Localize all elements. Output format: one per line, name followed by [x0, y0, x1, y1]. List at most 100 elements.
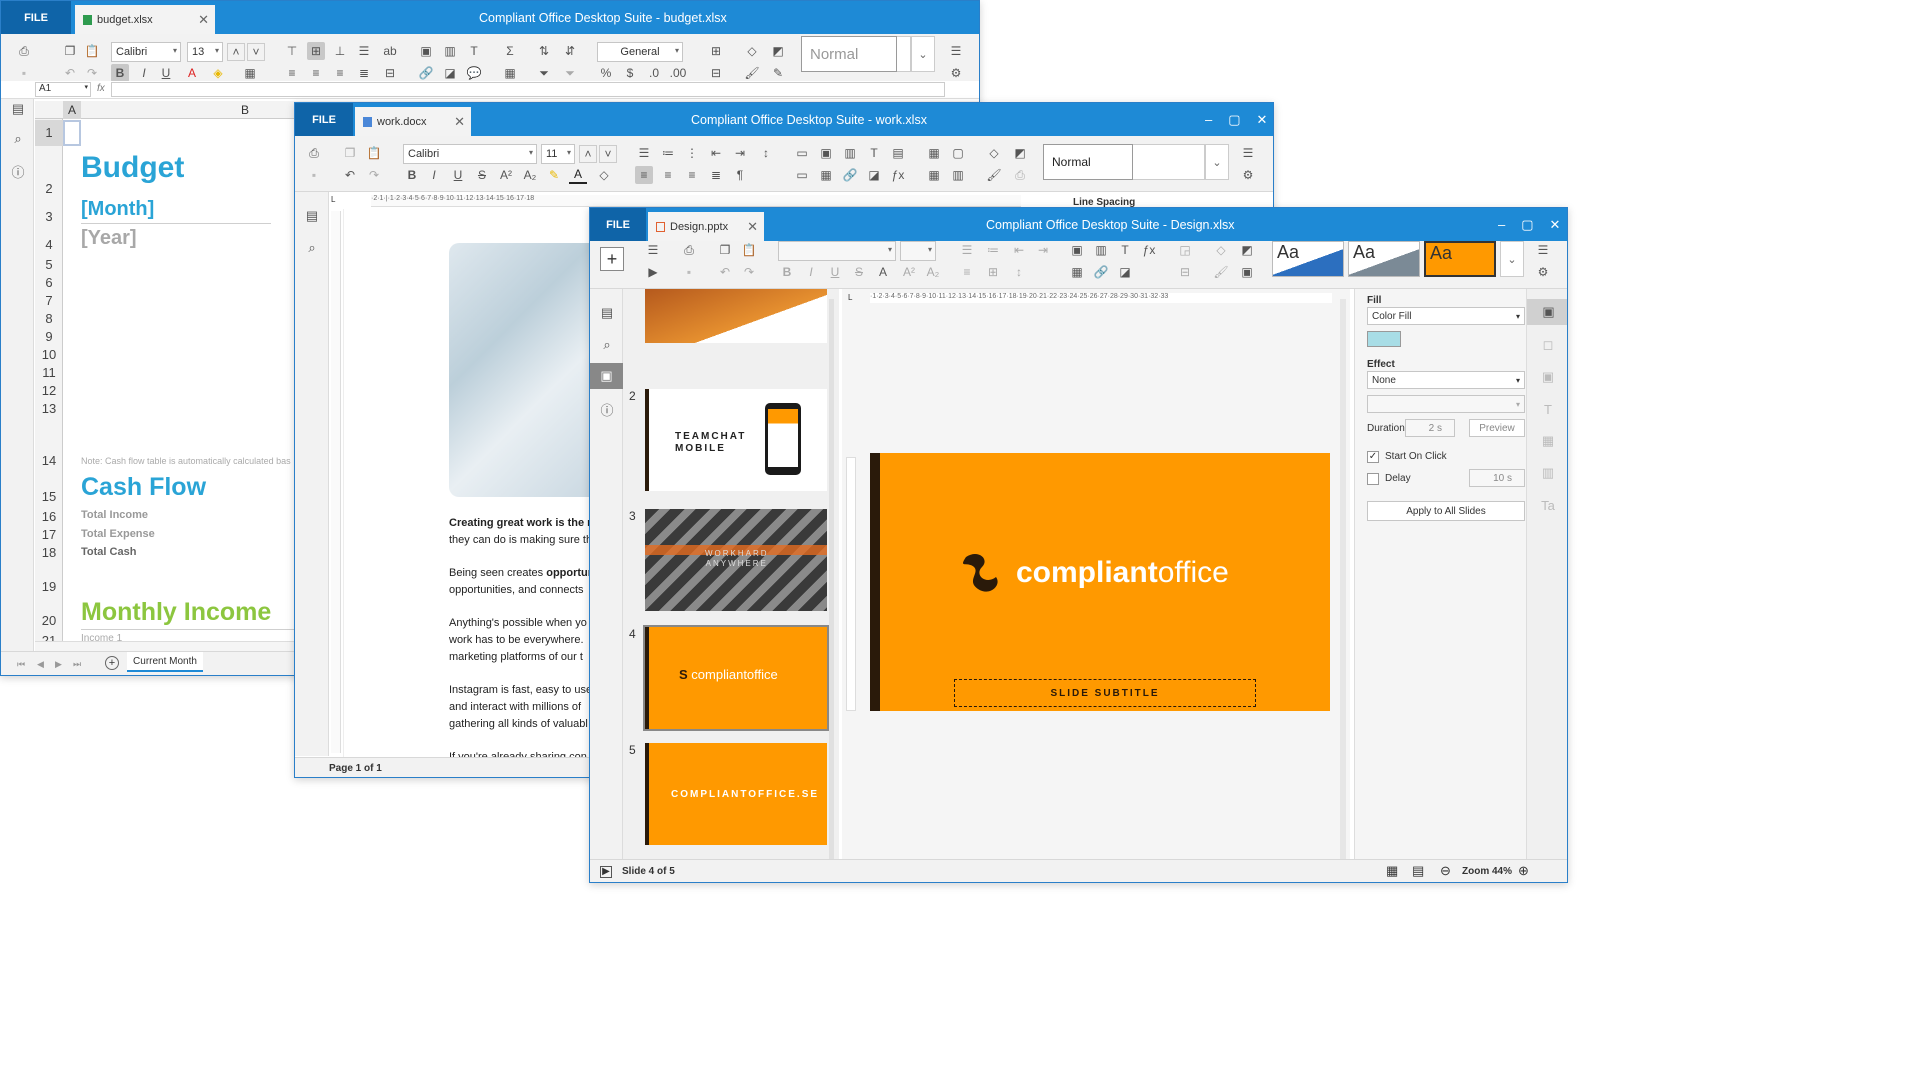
redo-icon[interactable]: ↷	[740, 263, 758, 281]
edit-icon[interactable]: ✎	[769, 64, 787, 82]
underline-icon[interactable]: U	[449, 166, 467, 184]
start-on-click-checkbox[interactable]: ✓	[1367, 451, 1379, 463]
margins-icon[interactable]: ▢	[949, 144, 967, 162]
horizontal-ruler[interactable]: ·1·2·3·4·5·6·7·8·9·10·11·12·13·14·15·16·…	[870, 293, 1332, 303]
bold-icon[interactable]: B	[403, 166, 421, 184]
bullets-icon[interactable]: ☰	[635, 144, 653, 162]
decimal-decrease-icon[interactable]: .0	[645, 64, 663, 82]
slide-thumb-2[interactable]: TEAMCHAT MOBILE	[645, 389, 827, 491]
maximize-icon[interactable]: ▢	[1228, 112, 1240, 128]
next-sheet-icon[interactable]: ▶	[55, 659, 62, 670]
chart-icon[interactable]: ▥	[841, 144, 859, 162]
zoom-out-icon[interactable]: ⊖	[1440, 863, 1451, 879]
table-settings-icon[interactable]: ▦	[1538, 431, 1558, 451]
indent-icon[interactable]: ⇥	[731, 144, 749, 162]
style-dropdown[interactable]: ⌄	[1205, 144, 1229, 180]
file-button[interactable]: FILE	[590, 208, 646, 241]
view-icon[interactable]: ☰	[947, 42, 965, 60]
number-format-select[interactable]: General ▾	[597, 42, 683, 62]
align-center-icon[interactable]: ≡	[307, 64, 325, 82]
theme-thumb-1[interactable]: Aa	[1272, 241, 1344, 277]
horizontal-scrollbar[interactable]	[35, 641, 295, 651]
textbox-icon[interactable]: T	[1116, 241, 1134, 259]
canvas-scrollbar[interactable]	[1340, 299, 1346, 859]
bullets-icon[interactable]: ☰	[958, 241, 976, 259]
wrap-text-icon[interactable]: ☰	[355, 42, 373, 60]
image-icon[interactable]: ▣	[817, 144, 835, 162]
row-header-7[interactable]: 7	[35, 293, 63, 308]
row-header-3[interactable]: 3	[35, 209, 63, 224]
grow-font-icon[interactable]: ˄	[579, 145, 597, 163]
row-header-4[interactable]: 4	[35, 237, 63, 252]
slide-subtitle-box[interactable]: SLIDE SUBTITLE	[954, 679, 1256, 707]
new-slide-button[interactable]: +	[600, 247, 624, 271]
sum-icon[interactable]: Σ	[501, 42, 519, 60]
format-paint-icon[interactable]: 🖌	[985, 166, 1003, 184]
slide-thumb-3[interactable]: WORKHARD ANYWHERE	[645, 509, 827, 611]
add-sheet-icon[interactable]: +	[105, 656, 119, 670]
underline-icon[interactable]: U	[826, 263, 844, 281]
link-icon[interactable]: 🔗	[1092, 263, 1110, 281]
copy-icon[interactable]: ❐	[61, 42, 79, 60]
italic-icon[interactable]: I	[802, 263, 820, 281]
numbering-icon[interactable]: ≔	[984, 241, 1002, 259]
formula-icon[interactable]: ƒx	[1140, 241, 1158, 259]
undo-icon[interactable]: ↶	[61, 64, 79, 82]
shape-settings-icon[interactable]: ◻	[1538, 335, 1558, 355]
view-icon[interactable]: ☰	[1534, 241, 1552, 259]
align-left-icon[interactable]: ≡	[635, 166, 653, 184]
close-tab-icon[interactable]: ✕	[747, 219, 758, 235]
bold-icon[interactable]: B	[778, 263, 796, 281]
duration-input[interactable]: 2 s	[1405, 419, 1455, 437]
close-tab-icon[interactable]: ✕	[198, 12, 209, 28]
image-settings-icon[interactable]: ▣	[1538, 367, 1558, 387]
redo-icon[interactable]: ↷	[365, 166, 383, 184]
shading-icon[interactable]: ▭	[793, 166, 811, 184]
copy-icon[interactable]: ❐	[716, 241, 734, 259]
link-icon[interactable]: 🔗	[417, 64, 435, 82]
cond-format-icon[interactable]: ◩	[1238, 241, 1256, 259]
merge-cells-icon[interactable]: ⊟	[381, 64, 399, 82]
subscript-icon[interactable]: A₂	[924, 263, 942, 281]
row-header-10[interactable]: 10	[35, 347, 63, 362]
undo-icon[interactable]: ↶	[341, 166, 359, 184]
shrink-font-icon[interactable]: ˅	[247, 43, 265, 61]
font-size-select[interactable]: 11 ▾	[541, 144, 575, 164]
selected-cell-a1[interactable]	[63, 120, 81, 146]
comment-icon[interactable]: 💬	[465, 64, 483, 82]
main-slide[interactable]: compliant office SLIDE SUBTITLE	[870, 453, 1330, 711]
columns-layout-icon[interactable]: ▥	[949, 166, 967, 184]
vertical-ruler[interactable]	[331, 211, 341, 753]
preview-button[interactable]: Preview	[1469, 419, 1525, 437]
document-icon[interactable]: ▤	[302, 206, 322, 226]
font-color-icon[interactable]: A	[874, 263, 892, 281]
document-image[interactable]	[449, 243, 609, 497]
fill-select[interactable]: Color Fill ▾	[1367, 307, 1525, 325]
justify-icon[interactable]: ≣	[707, 166, 725, 184]
play-slideshow-icon[interactable]: ▶	[600, 866, 612, 878]
slides-panel-icon[interactable]: ▣	[590, 363, 623, 389]
eraser-icon[interactable]: ◇	[1212, 241, 1230, 259]
document-icon[interactable]: ▤	[597, 303, 617, 323]
eraser-icon[interactable]: ◇	[743, 42, 761, 60]
info-icon[interactable]: ⓘ	[597, 399, 617, 419]
settings-icon[interactable]: ⚙	[1534, 263, 1552, 281]
row-header-17[interactable]: 17	[35, 527, 63, 542]
delay-checkbox[interactable]	[1367, 473, 1379, 485]
sort-asc-icon[interactable]: ⇅	[535, 42, 553, 60]
image-icon[interactable]: ▣	[417, 42, 435, 60]
document-icon[interactable]: ▤	[8, 99, 28, 119]
slide-sorter-icon[interactable]: ▤	[1412, 863, 1424, 879]
justify-icon[interactable]: ≣	[355, 64, 373, 82]
row-header-16[interactable]: 16	[35, 509, 63, 524]
stamp-icon[interactable]: ⎙	[1011, 166, 1029, 184]
border-icon[interactable]: ▭	[793, 144, 811, 162]
font-color-icon[interactable]: A	[183, 64, 201, 82]
vertical-ruler[interactable]	[846, 457, 856, 711]
paragraph-icon[interactable]: ¶	[731, 166, 749, 184]
italic-icon[interactable]: I	[135, 64, 153, 82]
valign-icon[interactable]: ⊞	[984, 263, 1002, 281]
document-text[interactable]: Creating great work is the m they can do…	[449, 515, 597, 766]
paste-icon[interactable]: 📋	[365, 144, 383, 162]
print-icon[interactable]: ⎙	[305, 144, 323, 162]
